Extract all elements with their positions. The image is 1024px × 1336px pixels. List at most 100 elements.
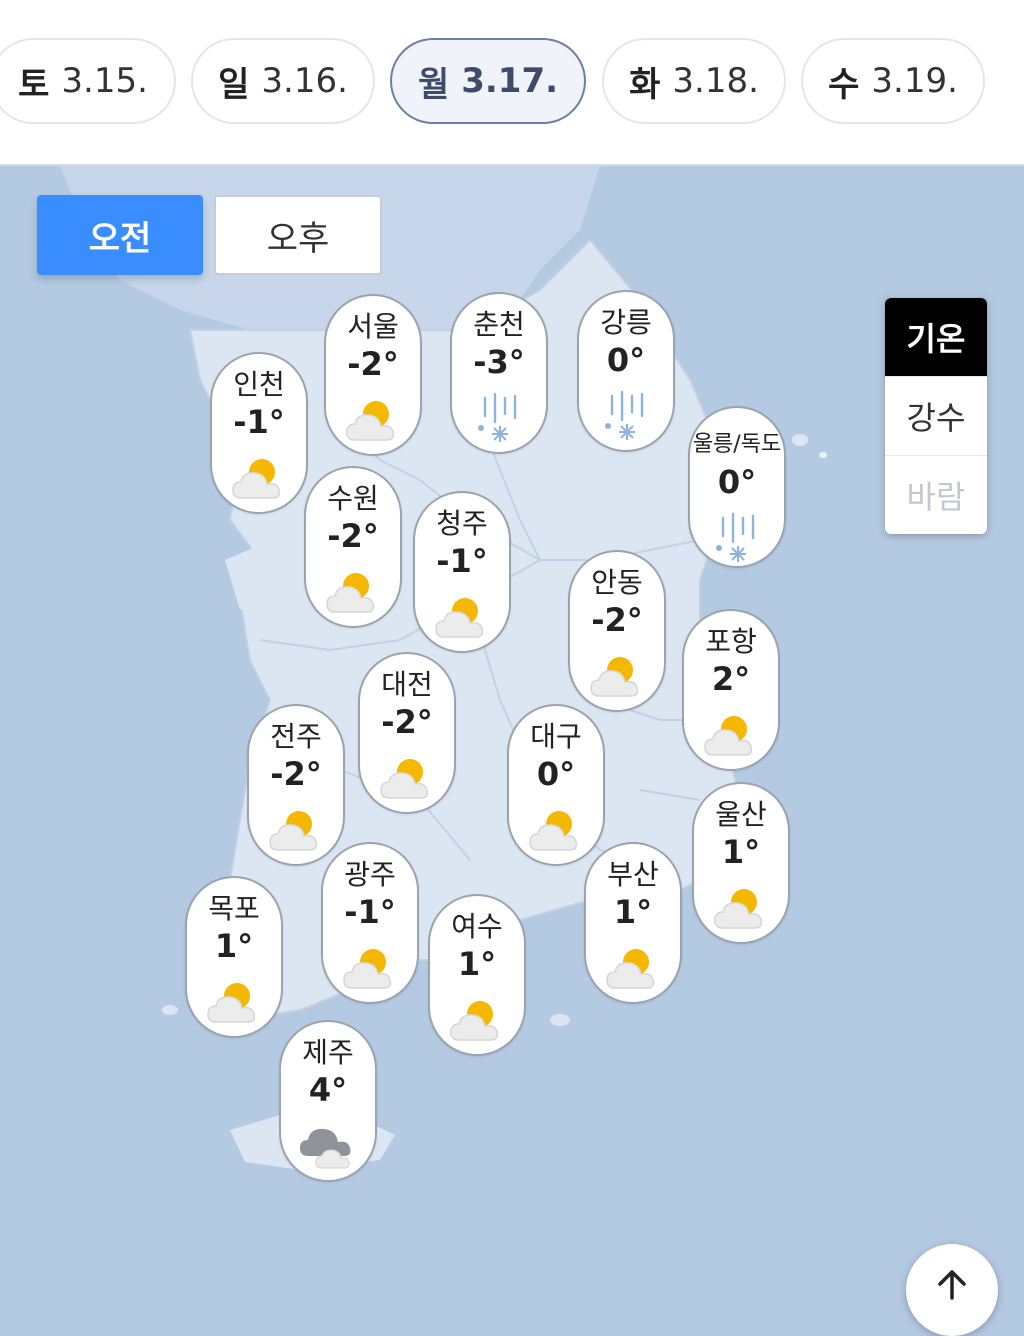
layer-wind-button[interactable]: 바람 [885,455,987,534]
city-temperature: 0° [536,755,576,793]
city-temperature: 1° [457,945,497,983]
date-tab-wed[interactable]: 수 3.19. [801,38,985,124]
partly-cloudy-icon [346,401,395,441]
city-marker-chuncheon[interactable]: 춘천 -3° [450,292,548,454]
city-name: 안동 [591,566,643,599]
partly-cloudy-icon [590,657,639,697]
city-name: 울산 [715,798,767,831]
city-name: 대구 [530,720,582,753]
city-marker-ulleung-dokdo[interactable]: 울릉/독도 0° [688,406,786,568]
date-tab-sat[interactable]: 토 3.15. [0,38,176,124]
city-name: 전주 [270,720,322,753]
am-toggle-button[interactable]: 오전 [37,195,203,275]
city-name: 울릉/독도 [692,432,782,457]
city-temperature: -2° [381,703,433,741]
city-temperature: -1° [436,542,488,580]
city-temperature: -1° [344,893,396,931]
city-marker-gangneung[interactable]: 강릉 0° [577,290,675,452]
southwest-islet [162,1005,178,1015]
date-tab-date: 3.16. [261,61,348,101]
city-name: 청주 [436,507,488,540]
date-tab-dow: 월 [417,64,450,105]
city-marker-pohang[interactable]: 포항 2° [682,609,780,771]
partly-cloudy-icon [714,889,763,929]
city-marker-suwon[interactable]: 수원 -2° [304,466,402,628]
pm-toggle-button[interactable]: 오후 [214,195,382,275]
city-name: 강릉 [600,306,652,339]
city-marker-andong[interactable]: 안동 -2° [568,550,666,712]
snow-icon [478,392,517,442]
partly-cloudy-icon [343,949,392,989]
city-temperature: -1° [233,403,285,441]
city-temperature: -2° [347,345,399,383]
date-tab-dow: 토 [18,64,50,105]
city-name: 춘천 [473,308,525,341]
city-marker-daegu[interactable]: 대구 0° [507,704,605,866]
date-tab-tue[interactable]: 화 3.18. [602,38,786,124]
partly-cloudy-icon [606,949,655,989]
dokdo-islet [819,452,827,458]
city-name: 부산 [607,858,659,891]
partly-cloudy-icon [269,811,318,851]
partly-cloudy-icon [232,459,281,499]
city-marker-jeonju[interactable]: 전주 -2° [247,704,345,866]
city-temperature: 4° [308,1071,348,1109]
city-marker-gwangju[interactable]: 광주 -1° [321,842,419,1004]
city-marker-incheon[interactable]: 인천 -1° [210,352,308,514]
partly-cloudy-icon [450,1001,499,1041]
date-tab-mon[interactable]: 월 3.17. [390,38,586,124]
city-temperature: 1° [214,927,254,965]
city-marker-busan[interactable]: 부산 1° [584,842,682,1004]
city-marker-cheongju[interactable]: 청주 -1° [413,491,511,653]
city-temperature: -2° [270,755,322,793]
partly-cloudy-icon [326,573,375,613]
city-name: 목포 [208,892,260,925]
scroll-top-button[interactable] [906,1244,998,1336]
partly-cloudy-icon [529,811,578,851]
city-marker-ulsan[interactable]: 울산 1° [692,782,790,944]
date-tab-dow: 수 [828,64,860,105]
partly-cloudy-icon [380,759,429,799]
layer-temperature-button[interactable]: 기온 [885,298,987,376]
city-marker-seoul[interactable]: 서울 -2° [324,294,422,456]
date-tab-bar: 토 3.15. 일 3.16. 월 3.17. 화 3.18. 수 3.19. [0,0,1024,166]
city-name: 제주 [302,1036,354,1069]
city-temperature: 1° [721,833,761,871]
partly-cloudy-icon [207,983,256,1023]
city-temperature: 1° [613,893,653,931]
cloudy-icon [300,1128,351,1169]
arrow-up-icon [938,1270,966,1300]
city-temperature: 0° [606,341,646,379]
city-temperature: 0° [717,463,757,501]
date-tab-sun[interactable]: 일 3.16. [191,38,375,124]
city-temperature: -2° [327,517,379,555]
layer-precipitation-button[interactable]: 강수 [885,376,987,455]
city-marker-mokpo[interactable]: 목포 1° [185,876,283,1038]
snow-icon [716,512,755,562]
city-temperature: 2° [711,660,751,698]
city-marker-daejeon[interactable]: 대전 -2° [358,652,456,814]
city-name: 서울 [347,310,399,343]
date-tab-date: 3.18. [672,61,759,101]
city-marker-yeosu[interactable]: 여수 1° [428,894,526,1056]
city-name: 대전 [381,668,433,701]
city-name: 인천 [233,368,285,401]
city-temperature: -3° [473,343,525,381]
date-tab-date: 3.19. [871,61,958,101]
south-islet [550,1014,570,1026]
city-name: 여수 [451,910,503,943]
date-tab-dow: 화 [629,64,661,105]
city-name: 포항 [705,625,757,658]
date-tab-date: 3.15. [61,61,148,101]
ulleung-island [792,434,808,446]
date-tab-dow: 일 [218,64,250,105]
city-marker-jeju[interactable]: 제주 4° [279,1020,377,1182]
city-temperature: -2° [591,601,643,639]
snow-icon [605,390,644,440]
partly-cloudy-icon [704,716,753,756]
date-tab-date: 3.17. [461,61,559,101]
layer-selector: 기온 강수 바람 [885,298,987,534]
city-name: 수원 [327,482,379,515]
partly-cloudy-icon [435,598,484,638]
city-name: 광주 [344,858,396,891]
